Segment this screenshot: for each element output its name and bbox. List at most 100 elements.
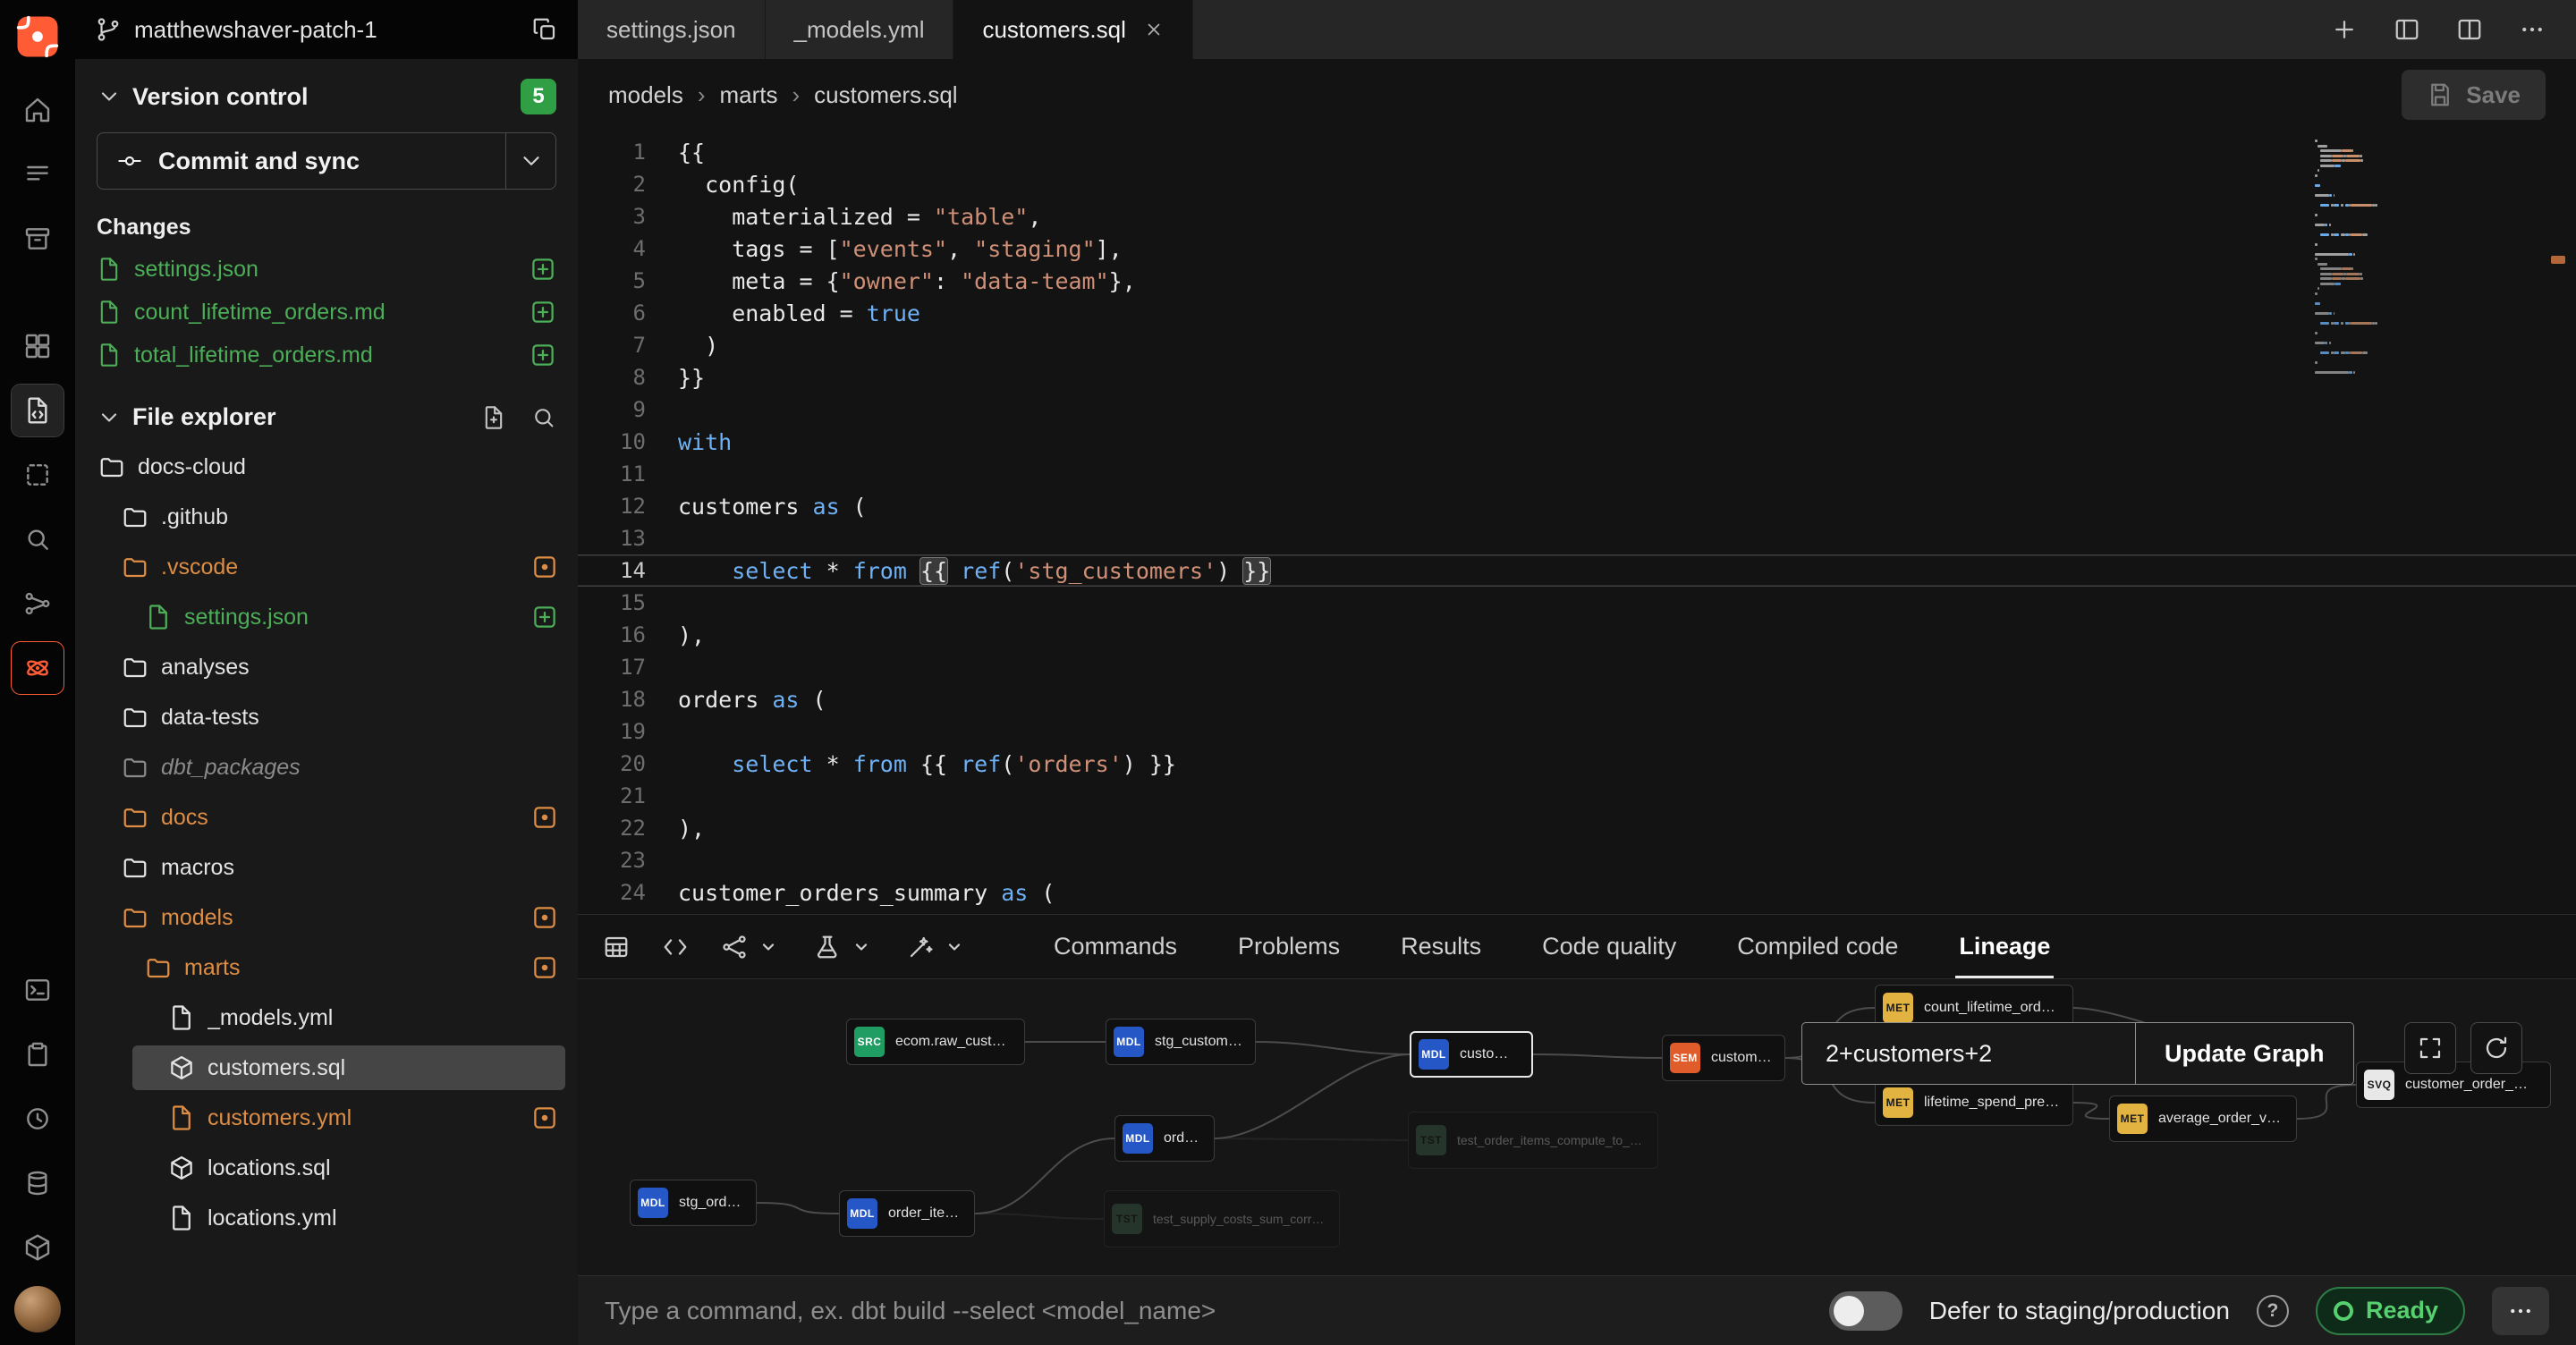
- code-line-14[interactable]: 14 select * from {{ ref('stg_customers')…: [578, 554, 2576, 587]
- code-line-13[interactable]: 13: [578, 522, 2576, 554]
- code-line-10[interactable]: 10with: [578, 426, 2576, 458]
- stage-file-icon[interactable]: [530, 342, 556, 368]
- code-line-4[interactable]: 4 tags = ["events", "staging"],: [578, 233, 2576, 265]
- search-files-icon[interactable]: [531, 405, 556, 430]
- activity-database-button[interactable]: [12, 1157, 64, 1209]
- tree-item-settings-json[interactable]: settings.json: [75, 592, 578, 642]
- code-line-6[interactable]: 6 enabled = true: [578, 297, 2576, 329]
- code-line-17[interactable]: 17: [578, 651, 2576, 683]
- code-line-21[interactable]: 21: [578, 780, 2576, 812]
- stage-file-icon[interactable]: [530, 299, 556, 326]
- activity-package-button[interactable]: [12, 1222, 64, 1273]
- code-line-22[interactable]: 22),: [578, 812, 2576, 844]
- branch-name[interactable]: matthewshaver-patch-1: [134, 16, 519, 44]
- tree-item--models-yml[interactable]: _models.yml: [75, 993, 578, 1043]
- breadcrumb-item[interactable]: models: [608, 81, 683, 109]
- fullscreen-button[interactable]: [2404, 1022, 2456, 1074]
- code-line-8[interactable]: 8}}: [578, 361, 2576, 393]
- commit-options-dropdown[interactable]: [505, 133, 555, 189]
- user-avatar[interactable]: [14, 1286, 61, 1332]
- tab-customers-sql[interactable]: customers.sql: [953, 0, 1192, 59]
- activity-clipboard-button[interactable]: [12, 1028, 64, 1080]
- code-line-23[interactable]: 23: [578, 844, 2576, 876]
- tree-item-data-tests[interactable]: data-tests: [75, 692, 578, 742]
- activity-code-file-button[interactable]: [12, 385, 64, 436]
- code-line-20[interactable]: 20 select * from {{ ref('orders') }}: [578, 748, 2576, 780]
- file-explorer-header[interactable]: File explorer: [75, 376, 578, 442]
- code-line-24[interactable]: 24customer_orders_summary as (: [578, 876, 2576, 909]
- columns-icon[interactable]: [2394, 16, 2420, 43]
- help-icon[interactable]: ?: [2257, 1295, 2289, 1327]
- activity-telescope-button[interactable]: [12, 513, 64, 565]
- lineage-node-order_items[interactable]: MDLorder_items: [839, 1190, 975, 1237]
- panel-tab-results[interactable]: Results: [1370, 915, 1512, 978]
- code-line-11[interactable]: 11: [578, 458, 2576, 490]
- tab-settings-json[interactable]: settings.json: [578, 0, 766, 59]
- command-input[interactable]: Type a command, ex. dbt build --select <…: [605, 1297, 1802, 1325]
- results-table-icon[interactable]: [603, 934, 630, 960]
- activity-list-button[interactable]: [12, 148, 64, 200]
- lineage-node-average_order_value[interactable]: METaverage_order_value: [2109, 1095, 2297, 1142]
- code-icon[interactable]: [662, 934, 689, 960]
- save-button[interactable]: Save: [2402, 70, 2546, 120]
- commit-and-sync-main[interactable]: Commit and sync: [97, 133, 505, 189]
- version-control-header[interactable]: Version control 5: [97, 75, 556, 118]
- code-line-15[interactable]: 15: [578, 587, 2576, 619]
- lineage-node-test_supply_costs[interactable]: TSTtest_supply_costs_sum_correctly: [1104, 1190, 1340, 1248]
- new-file-icon[interactable]: [481, 405, 506, 430]
- panel-tab-problems[interactable]: Problems: [1208, 915, 1370, 978]
- tree-item-customers-sql[interactable]: customers.sql: [75, 1043, 578, 1093]
- tree-item--github[interactable]: .github: [75, 492, 578, 542]
- status-badge[interactable]: Ready: [2316, 1287, 2465, 1335]
- lineage-canvas[interactable]: 2+customers+2 Update Graph SRCecom.raw_c…: [578, 979, 2576, 1275]
- tree-item-locations-yml[interactable]: locations.yml: [75, 1193, 578, 1243]
- tree-item-analyses[interactable]: analyses: [75, 642, 578, 692]
- tree-item-docs-cloud[interactable]: docs-cloud: [75, 442, 578, 492]
- lineage-node-stg_customers[interactable]: MDLstg_customers: [1106, 1019, 1256, 1065]
- changed-file-row[interactable]: count_lifetime_orders.md: [97, 291, 556, 334]
- tree-item-models[interactable]: models: [75, 892, 578, 943]
- defer-toggle[interactable]: [1829, 1291, 1902, 1331]
- panel-tab-lineage[interactable]: Lineage: [1928, 915, 2080, 978]
- refresh-lineage-button[interactable]: [2470, 1022, 2522, 1074]
- update-graph-button[interactable]: Update Graph: [2135, 1023, 2353, 1084]
- split-icon[interactable]: [2456, 16, 2483, 43]
- code-line-9[interactable]: 9: [578, 393, 2576, 426]
- selector-input[interactable]: 2+customers+2: [1802, 1023, 2135, 1084]
- tree-item-dbt-packages[interactable]: dbt_packages: [75, 742, 578, 792]
- activity-terminal-button[interactable]: [12, 964, 64, 1016]
- code-line-18[interactable]: 18orders as (: [578, 683, 2576, 715]
- more-icon[interactable]: [2519, 16, 2546, 43]
- panel-tab-compiled-code[interactable]: Compiled code: [1707, 915, 1928, 978]
- lineage-node-customers_mdl[interactable]: MDLcustomers: [1410, 1031, 1533, 1078]
- more-options-button[interactable]: [2492, 1287, 2549, 1335]
- plus-icon[interactable]: [2331, 16, 2358, 43]
- build-menu[interactable]: [721, 934, 782, 960]
- code-line-3[interactable]: 3 materialized = "table",: [578, 200, 2576, 233]
- activity-frame-button[interactable]: [12, 449, 64, 501]
- copy-branch-icon[interactable]: [531, 16, 558, 43]
- activity-archive-button[interactable]: [12, 213, 64, 265]
- dbt-logo[interactable]: [13, 13, 62, 61]
- changed-file-row[interactable]: total_lifetime_orders.md: [97, 334, 556, 376]
- test-menu[interactable]: [814, 934, 875, 960]
- tab--models-yml[interactable]: _models.yml: [766, 0, 954, 59]
- lineage-node-raw_customers[interactable]: SRCecom.raw_customers: [846, 1019, 1025, 1065]
- activity-graph-button[interactable]: [12, 578, 64, 630]
- tree-item-locations-sql[interactable]: locations.sql: [75, 1143, 578, 1193]
- code-line-12[interactable]: 12customers as (: [578, 490, 2576, 522]
- close-tab-icon[interactable]: [1144, 20, 1164, 39]
- lineage-node-stg_orders[interactable]: MDLstg_orders: [630, 1180, 757, 1226]
- breadcrumb-item[interactable]: customers.sql: [814, 81, 957, 109]
- breadcrumb-item[interactable]: marts: [720, 81, 778, 109]
- code-editor[interactable]: 1{{2 config(3 materialized = "table",4 t…: [578, 131, 2576, 914]
- lineage-node-customers_sem[interactable]: SEMcustomers: [1662, 1035, 1785, 1081]
- tree-item-macros[interactable]: macros: [75, 842, 578, 892]
- activity-home-button[interactable]: [12, 84, 64, 136]
- tree-item-marts[interactable]: marts: [75, 943, 578, 993]
- stage-file-icon[interactable]: [530, 256, 556, 283]
- lineage-node-test_order_items[interactable]: TSTtest_order_items_compute_to_bools_cor…: [1408, 1112, 1658, 1169]
- tree-item-customers-yml[interactable]: customers.yml: [75, 1093, 578, 1143]
- tree-item-docs[interactable]: docs: [75, 792, 578, 842]
- code-line-16[interactable]: 16),: [578, 619, 2576, 651]
